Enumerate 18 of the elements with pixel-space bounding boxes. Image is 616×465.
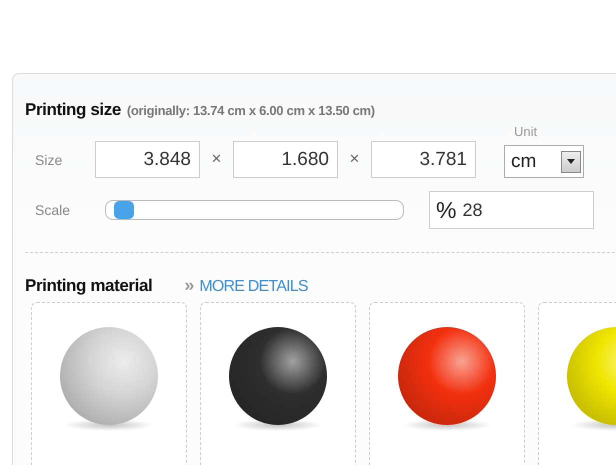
caret-icon [561,150,581,172]
dimension-field[interactable]: 3.848 [95,141,200,178]
dimension-field[interactable]: 3.781 [371,141,476,178]
double-chevron-icon: » [184,275,194,296]
original-dimensions: (originally: 13.74 cm x 6.00 cm x 13.50 cm) [126,103,375,118]
scale-label: Scale [34,202,72,218]
scale-percent-field[interactable]: % 28 [429,191,594,229]
dimension-field[interactable]: 1.680 [233,141,338,178]
scale-slider[interactable] [105,200,404,220]
times-sign: × [210,149,222,169]
slider-thumb[interactable] [114,201,134,219]
section-title: Printing material [25,276,152,296]
material-card[interactable] [200,302,356,465]
unit-dropdown[interactable]: cm [504,145,584,178]
size-label: Size [34,152,64,168]
times-sign: × [348,149,360,169]
unit-label: Unit [514,124,538,139]
section-title: Printing size [25,100,121,120]
